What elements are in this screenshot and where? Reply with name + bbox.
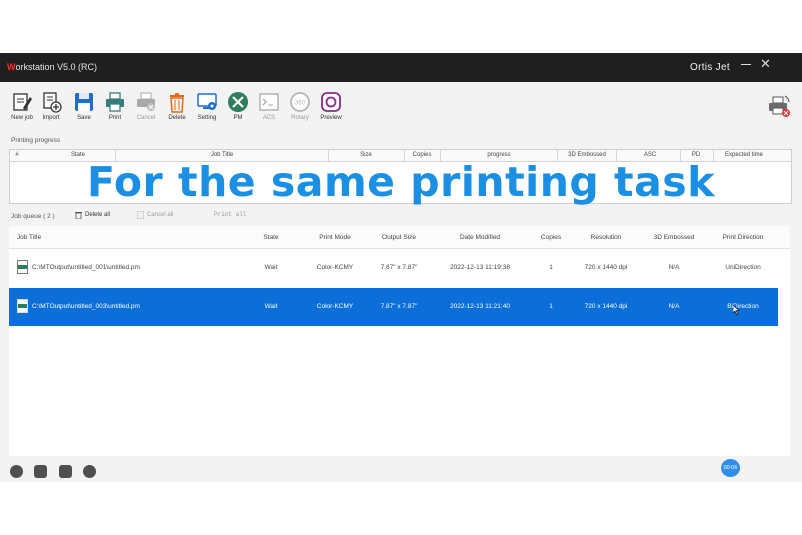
terminal-icon bbox=[259, 93, 279, 111]
cancel-print-icon bbox=[137, 92, 155, 111]
cancel-all-icon bbox=[137, 211, 144, 219]
trash-icon bbox=[75, 212, 82, 219]
printer-icon bbox=[106, 92, 124, 112]
printing-progress-label: Printing progress bbox=[11, 137, 61, 144]
new-job-button[interactable]: New job bbox=[7, 91, 37, 121]
embossed-cell: N/A bbox=[668, 264, 680, 271]
cancel-label: Cancel bbox=[136, 115, 156, 121]
rotary-360-icon: 360 bbox=[290, 92, 310, 112]
title-bar: Workstation V5.0 (RC) Ortis Jet ✕ bbox=[0, 53, 802, 82]
cancel-all-button[interactable]: Cancel all bbox=[137, 211, 173, 219]
print-direction-cell: UniDirection bbox=[725, 264, 761, 271]
acs-label: ACS bbox=[262, 115, 276, 121]
save-label: Save bbox=[77, 115, 91, 121]
import-icon bbox=[43, 92, 62, 113]
col-job-title: Job Title bbox=[16, 234, 42, 241]
pm-label: PM bbox=[233, 115, 243, 121]
col-print-mode: Print Mode bbox=[319, 234, 351, 241]
brand-logo: Ortis Jet bbox=[690, 62, 730, 73]
print-all-label: Print all bbox=[214, 211, 247, 218]
preview-label: Preview bbox=[320, 115, 342, 121]
preview-button[interactable]: Preview bbox=[316, 91, 346, 121]
close-button[interactable]: ✕ bbox=[760, 56, 771, 72]
delete-all-button[interactable]: Delete all bbox=[75, 211, 110, 219]
pm-file-icon bbox=[17, 260, 28, 274]
print-mode-cell: Color-KCMY bbox=[316, 303, 354, 310]
print-direction-cell: BiDirection bbox=[727, 303, 759, 310]
app-title-initial: W bbox=[7, 62, 16, 72]
bottom-bar bbox=[0, 456, 802, 482]
col-resolution: Resolution bbox=[590, 234, 622, 241]
preview-icon bbox=[321, 92, 341, 112]
col-output-size: Output Size bbox=[382, 234, 416, 241]
svg-text:360: 360 bbox=[295, 101, 306, 107]
printer-status-button[interactable] bbox=[767, 94, 791, 123]
resolution-cell: 720 x 1440 dpi bbox=[584, 303, 628, 310]
job-table-header: Job Title State Print Mode Output Size D… bbox=[9, 226, 790, 249]
mouse-cursor-icon bbox=[733, 305, 740, 315]
elapsed-time-badge: 00:06 bbox=[721, 459, 740, 477]
cancel-button[interactable]: Cancel bbox=[131, 91, 161, 121]
date-modified-cell: 2022-12-13 11:21:40 bbox=[450, 303, 510, 310]
print-all-button[interactable]: Print all bbox=[214, 211, 246, 218]
setting-label: Setting bbox=[197, 115, 217, 121]
job-queue-table: Job Title State Print Mode Output Size D… bbox=[9, 226, 790, 456]
delete-label: Delete bbox=[168, 115, 186, 121]
import-button[interactable]: Import bbox=[36, 91, 66, 121]
job-queue-label: Job queue ( 2 ) bbox=[11, 213, 55, 220]
table-row-selected[interactable]: C:\MTOutput\untitled_003\untitled.pm Wai… bbox=[9, 288, 778, 326]
new-job-icon bbox=[13, 93, 32, 111]
trash-icon bbox=[170, 93, 184, 113]
setting-button[interactable]: Setting bbox=[192, 91, 222, 121]
setting-icon bbox=[197, 93, 217, 110]
cancel-all-label: Cancel all bbox=[147, 212, 174, 218]
job-title-cell: C:\MTOutput\untitled_001\untitled.pm bbox=[32, 264, 140, 271]
col-state: State bbox=[263, 234, 279, 241]
output-size-cell: 7.87" x 7.87" bbox=[380, 264, 418, 271]
pm-button[interactable]: PM bbox=[223, 91, 253, 121]
table-row[interactable]: C:\MTOutput\untitled_001\untitled.pm Wai… bbox=[9, 249, 778, 287]
col-print-direction: Print Direction bbox=[722, 234, 764, 241]
print-mode-cell: Color-KCMY bbox=[316, 264, 354, 271]
app-title-rest: orkstation V5.0 (RC) bbox=[15, 62, 98, 72]
copies-cell: 1 bbox=[549, 264, 553, 271]
import-label: Import bbox=[42, 115, 60, 121]
delete-all-label: Delete all bbox=[85, 212, 111, 218]
state-cell: Wait bbox=[264, 264, 278, 271]
output-size-cell: 7.87" x 7.87" bbox=[380, 303, 418, 310]
copies-cell: 1 bbox=[549, 303, 553, 310]
col-copies: Copies bbox=[540, 234, 562, 241]
pm-file-icon bbox=[17, 299, 28, 313]
rotary-button[interactable]: 360 Rotary bbox=[285, 91, 315, 121]
acs-button[interactable]: ACS bbox=[254, 91, 284, 121]
statistics-icon[interactable] bbox=[59, 465, 72, 478]
print-button[interactable]: Print bbox=[100, 91, 130, 121]
date-modified-cell: 2022-12-13 11:19:38 bbox=[450, 264, 510, 271]
printer-offline-icon bbox=[769, 95, 790, 117]
col-3d-embossed: 3D Embossed bbox=[653, 234, 695, 241]
col-date-modified: Date Modified bbox=[459, 234, 501, 241]
save-icon bbox=[75, 93, 93, 111]
pm-tools-icon bbox=[228, 92, 248, 112]
settings-gear-icon[interactable] bbox=[10, 465, 23, 478]
log-icon[interactable] bbox=[34, 465, 47, 478]
video-caption-overlay: For the same printing task bbox=[87, 158, 715, 206]
save-button[interactable]: Save bbox=[69, 91, 99, 121]
print-label: Print bbox=[108, 115, 122, 121]
app-title: Workstation V5.0 (RC) bbox=[7, 62, 97, 72]
job-title-cell: C:\MTOutput\untitled_003\untitled.pm bbox=[32, 303, 140, 310]
minimize-button[interactable] bbox=[741, 59, 751, 69]
resolution-cell: 720 x 1440 dpi bbox=[584, 264, 628, 271]
embossed-cell: N/A bbox=[668, 303, 680, 310]
state-cell: Wait bbox=[264, 303, 278, 310]
new-job-label: New job bbox=[11, 115, 33, 121]
delete-button[interactable]: Delete bbox=[162, 91, 192, 121]
folder-icon[interactable] bbox=[83, 465, 96, 478]
rotary-label: Rotary bbox=[291, 115, 309, 121]
